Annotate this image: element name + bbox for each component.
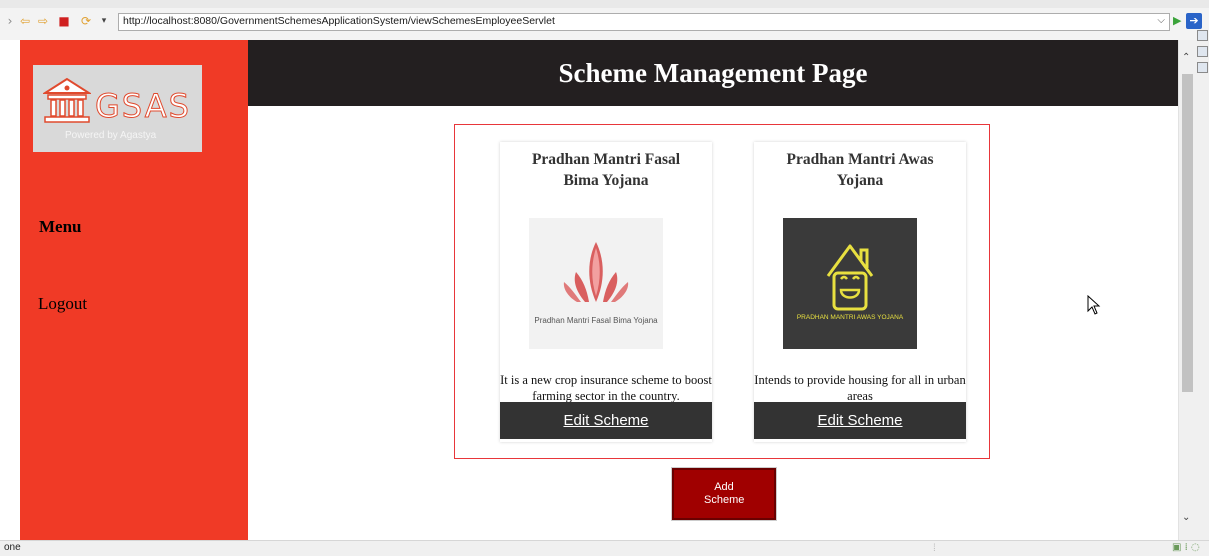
panel-icon[interactable] bbox=[1197, 46, 1208, 57]
go-icon[interactable]: ▶ bbox=[1173, 14, 1181, 27]
lotus-icon bbox=[563, 242, 629, 302]
back-icon[interactable]: ⇦ bbox=[17, 14, 33, 28]
logo-subtitle: Powered by Agastya bbox=[65, 130, 157, 141]
vertical-scrollbar[interactable]: ⌃ ⌄ bbox=[1178, 40, 1196, 540]
add-scheme-label: Add Scheme bbox=[704, 481, 745, 506]
url-text: http://localhost:8080/GovernmentSchemesA… bbox=[123, 15, 555, 27]
view-icon[interactable] bbox=[1197, 30, 1208, 41]
logout-link[interactable]: Logout bbox=[38, 294, 87, 314]
scheme-title: Pradhan Mantri Awas Yojana bbox=[786, 151, 934, 189]
logo: GSAS Powered by Agastya bbox=[33, 65, 202, 152]
image-caption: PRADHAN MANTRI AWAS YOJANA bbox=[796, 314, 904, 321]
refresh-icon[interactable]: ⟳ bbox=[78, 14, 94, 28]
house-icon bbox=[826, 244, 874, 311]
scheme-title: Pradhan Mantri Fasal Bima Yojana bbox=[531, 151, 681, 189]
scroll-thumb[interactable] bbox=[1182, 74, 1193, 392]
mouse-pointer-icon bbox=[1087, 295, 1101, 315]
stop-icon[interactable]: ■ bbox=[56, 14, 72, 28]
tab-strip bbox=[0, 0, 1209, 8]
forward-icon[interactable]: ⇨ bbox=[35, 14, 51, 28]
nav-chevron-icon[interactable]: › bbox=[2, 14, 18, 28]
chevron-down-icon[interactable]: ⌄ bbox=[1182, 512, 1190, 523]
status-icons: ▣ ⁞ ◌ bbox=[1172, 542, 1200, 553]
scheme-image: Pradhan Mantri Fasal Bima Yojana bbox=[529, 218, 663, 349]
chevron-up-icon[interactable]: ⌃ bbox=[1182, 52, 1190, 63]
page-header: Scheme Management Page bbox=[248, 40, 1178, 106]
edit-scheme-button[interactable]: Edit Scheme bbox=[754, 402, 966, 439]
scheme-card: Pradhan Mantri Awas Yojana PRADHAN MANTR… bbox=[754, 142, 966, 442]
page-viewport: GSAS Powered by Agastya Menu Logout Sche… bbox=[20, 40, 1178, 540]
image-caption: Pradhan Mantri Fasal Bima Yojana bbox=[534, 316, 658, 325]
status-bar: one ⁞ ▣ ⁞ ◌ bbox=[0, 540, 1209, 556]
scheme-description: Intends to provide housing for all in ur… bbox=[754, 373, 966, 403]
menu-heading: Menu bbox=[39, 217, 82, 236]
open-external-icon[interactable]: ➔ bbox=[1186, 13, 1202, 29]
browser-toolbar: › ⇦ ⇨ ■ ⟳ ▾ http://localhost:8080/Govern… bbox=[0, 0, 1209, 40]
status-text: one bbox=[4, 542, 21, 553]
logo-text: GSAS bbox=[95, 87, 191, 126]
side-pane bbox=[1196, 40, 1209, 540]
page-title: Scheme Management Page bbox=[558, 58, 868, 88]
layout-icon[interactable] bbox=[1197, 62, 1208, 73]
menu-dropdown-icon[interactable]: ▾ bbox=[96, 14, 112, 28]
edit-scheme-button[interactable]: Edit Scheme bbox=[500, 402, 712, 439]
status-divider: ⁞ bbox=[933, 543, 936, 554]
add-scheme-button[interactable]: Add Scheme bbox=[671, 467, 777, 521]
government-building-icon bbox=[43, 77, 91, 123]
schemes-container: Pradhan Mantri Fasal Bima Yojana Pradhan… bbox=[454, 124, 990, 459]
scheme-image: PRADHAN MANTRI AWAS YOJANA bbox=[783, 218, 917, 349]
scheme-card: Pradhan Mantri Fasal Bima Yojana Pradhan… bbox=[500, 142, 712, 442]
scheme-description: It is a new crop insurance scheme to boo… bbox=[500, 373, 712, 403]
chevron-down-icon[interactable]: ⌵ bbox=[1157, 15, 1165, 26]
sidebar: GSAS Powered by Agastya Menu Logout bbox=[20, 40, 248, 540]
address-bar[interactable]: http://localhost:8080/GovernmentSchemesA… bbox=[118, 13, 1170, 31]
